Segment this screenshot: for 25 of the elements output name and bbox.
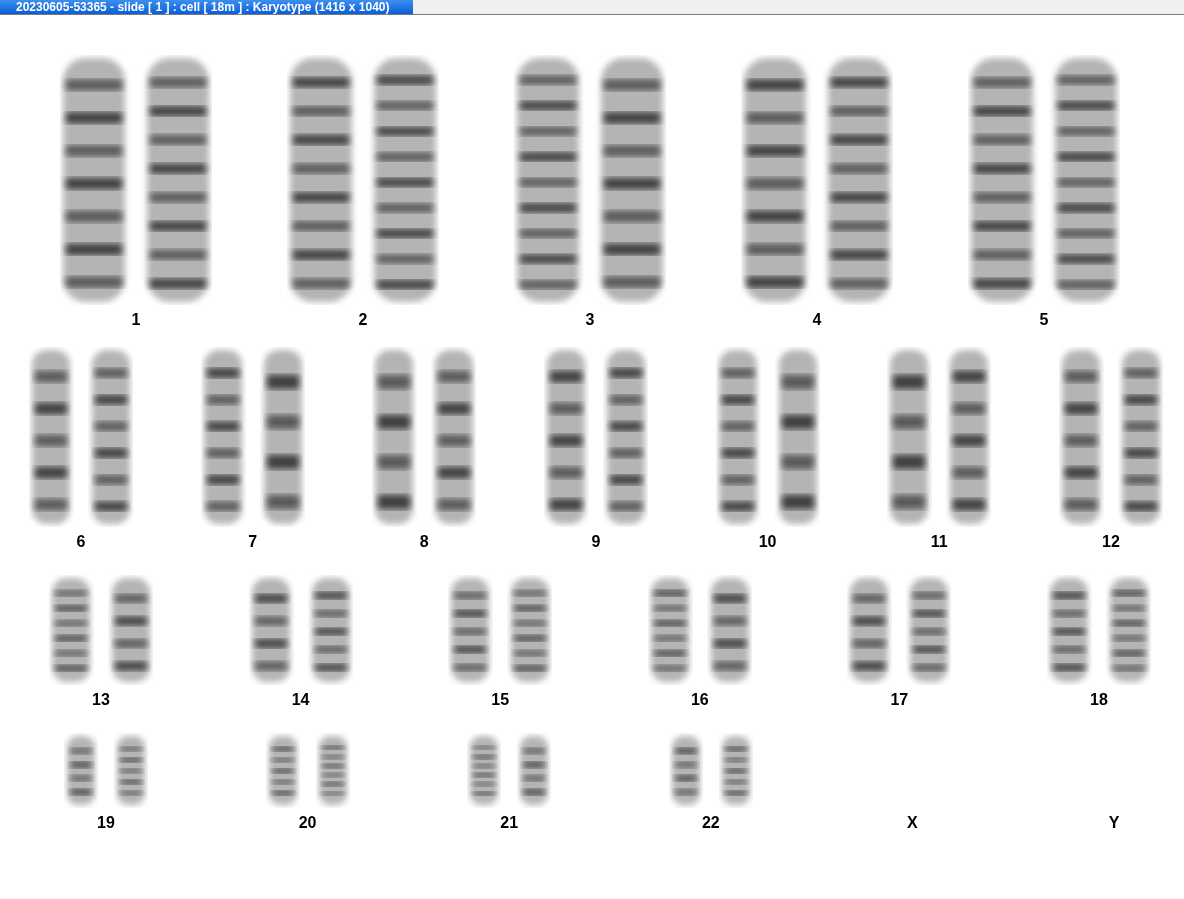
- chromosome-label: 3: [585, 311, 595, 329]
- chromosome-label: 12: [1102, 533, 1120, 551]
- chromosome-label: 1: [131, 311, 141, 329]
- chromosome-label: 2: [358, 311, 368, 329]
- chromosome-label: 8: [419, 533, 429, 551]
- window-title: 20230605-53365 - slide [ 1 ] : cell [ 18m ] : Karyotype (1416 x 1040): [0, 0, 413, 14]
- chromosome-label: 19: [97, 814, 115, 832]
- chromosome-label: 21: [500, 814, 519, 832]
- chromosome-label: 16: [690, 691, 709, 709]
- chromosome-label: 4: [812, 311, 822, 329]
- chromosome-label: 20: [298, 814, 317, 832]
- chromosome-label: X: [907, 814, 918, 832]
- chromosome-label: 13: [92, 691, 110, 709]
- chromosome-label: 5: [1039, 311, 1049, 329]
- chromosome-label: 10: [758, 533, 777, 551]
- chromosome-label: 9: [591, 533, 601, 551]
- chromosome-label: 11: [930, 533, 948, 551]
- chromosome-label: 14: [291, 691, 310, 709]
- chromosome-label: 18: [1090, 691, 1108, 709]
- chromosome-label: Y: [1108, 814, 1120, 832]
- chromosome-label: 17: [890, 691, 909, 709]
- chromosome-label: 6: [76, 533, 86, 551]
- chromosome-label: 7: [248, 533, 258, 551]
- chromosome-label: 22: [701, 814, 720, 832]
- chromosome-label: 15: [491, 691, 510, 709]
